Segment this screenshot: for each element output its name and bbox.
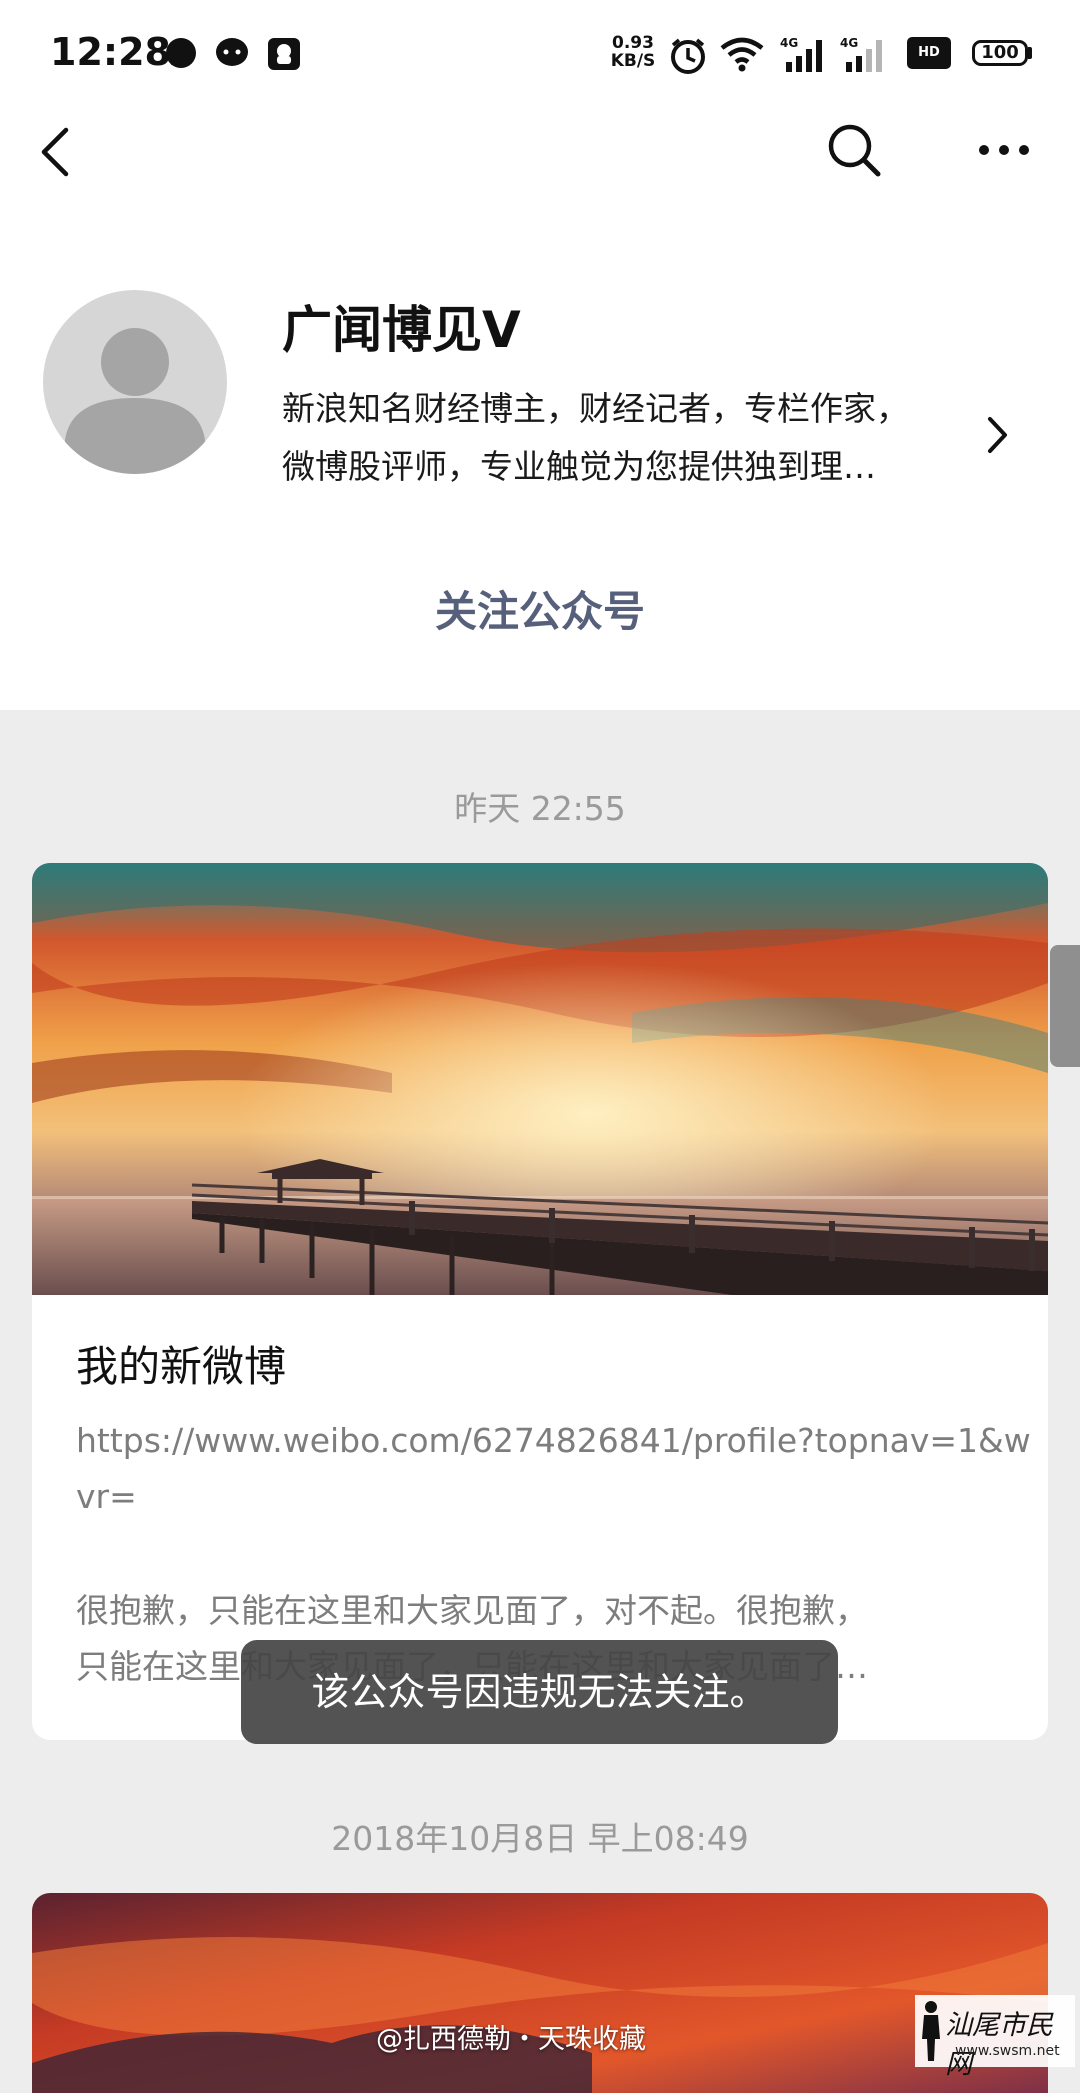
article-card[interactable]: [32, 1893, 1048, 2093]
follow-button[interactable]: 关注公众号: [0, 578, 1080, 639]
signal-icon-2: 4G: [840, 36, 882, 72]
battery-indicator: 100: [972, 40, 1028, 66]
avatar[interactable]: [43, 290, 227, 474]
site-logo: 汕尾市民网 www.swsm.net: [915, 1995, 1075, 2080]
message-icon: [216, 38, 248, 66]
article-cover-image: [32, 863, 1048, 1295]
signal-label-2: 4G: [840, 36, 858, 50]
account-name: 广闻博见V: [282, 301, 521, 359]
article-link[interactable]: https://www.weibo.com/6274826841/profile…: [76, 1413, 1036, 1525]
chevron-right-icon[interactable]: [985, 415, 1011, 455]
signal-icon: 4G: [780, 36, 822, 72]
watermark-text: @扎西德勒・天珠收藏: [376, 2024, 646, 2055]
alarm-icon: [671, 38, 705, 74]
qq-icon: [268, 38, 300, 70]
message-timestamp: 昨天 22:55: [454, 789, 626, 828]
description-line: 新浪知名财经博主，财经记者，专栏作家，: [282, 389, 909, 428]
summary-line: 很抱歉，只能在这里和大家见面了，对不起。很抱歉，: [76, 1591, 868, 1630]
search-icon[interactable]: [826, 122, 882, 178]
signal-label-1: 4G: [780, 36, 798, 50]
default-avatar-icon: [65, 328, 205, 474]
account-description[interactable]: 新浪知名财经博主，财经记者，专栏作家， 微博股评师，专业触觉为您提供独到理…: [282, 380, 982, 496]
chat-bubble-icon: [166, 38, 196, 68]
article-cover-image: [32, 1893, 1048, 2093]
article-title: 我的新微博: [76, 1342, 287, 1391]
volte-hd-badge: HD: [907, 37, 951, 69]
description-line: 微博股评师，专业触觉为您提供独到理…: [282, 447, 876, 486]
message-timestamp: 2018年10月8日 早上08:49: [331, 1819, 749, 1858]
article-card[interactable]: 我的新微博 https://www.weibo.com/6274826841/p…: [32, 863, 1048, 1740]
battery-tip: [1028, 47, 1032, 59]
status-bar: 12:28 0.93 KB/S 4G 4G HD 100: [0, 0, 1080, 105]
back-arrow-icon[interactable]: [36, 126, 76, 178]
wifi-icon: [720, 37, 764, 72]
more-icon[interactable]: [976, 140, 1032, 160]
status-time: 12:28: [50, 30, 171, 74]
site-url: www.swsm.net: [955, 2043, 1060, 2059]
toast-message: 该公众号因违规无法关注。: [241, 1640, 838, 1744]
network-speed: 0.93 KB/S: [610, 33, 656, 71]
scrollbar-thumb[interactable]: [1050, 945, 1080, 1067]
site-name: 汕尾市民网: [945, 2010, 1053, 2080]
silhouette-icon: [922, 2001, 940, 2061]
